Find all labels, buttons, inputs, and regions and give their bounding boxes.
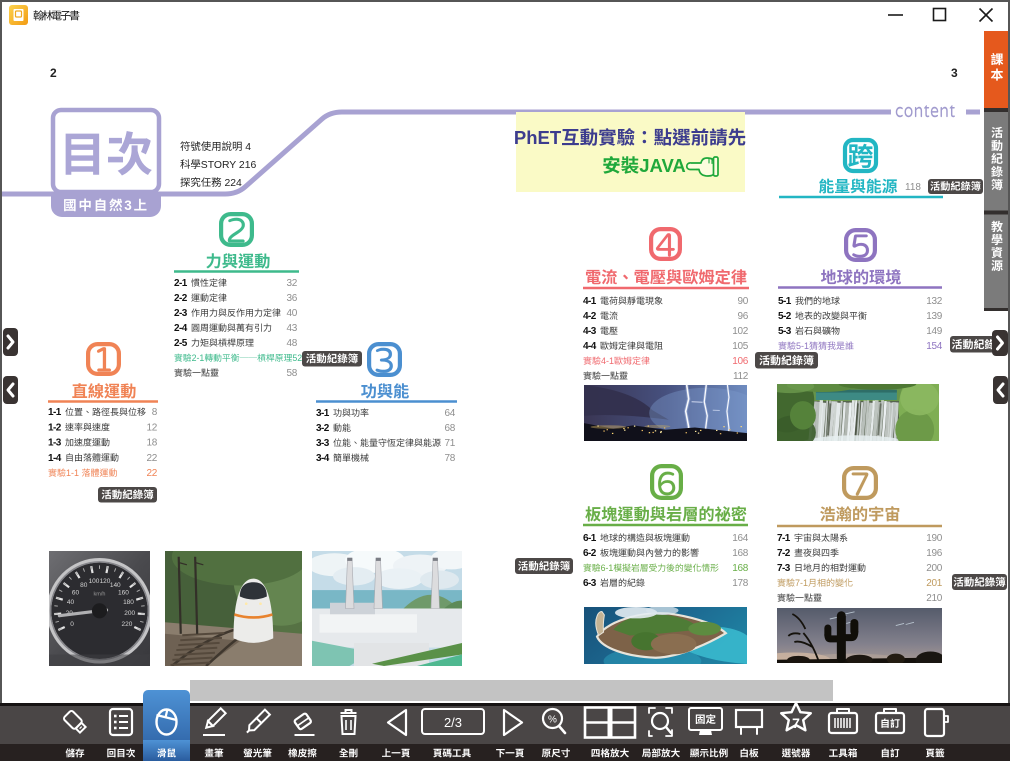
svg-text:52: 52: [292, 353, 302, 363]
svg-text:210: 210: [926, 593, 943, 604]
svg-text:3-3: 3-3: [316, 438, 330, 449]
svg-text:36: 36: [286, 293, 297, 304]
svg-text:1-2: 1-2: [48, 422, 62, 433]
svg-text:60: 60: [72, 589, 80, 596]
svg-text:78: 78: [444, 453, 455, 464]
svg-text:7-1: 7-1: [777, 533, 791, 544]
svg-text:3-4: 3-4: [316, 453, 330, 464]
svg-text:200: 200: [926, 563, 943, 574]
svg-text:168: 168: [732, 548, 749, 559]
svg-text:90: 90: [737, 296, 748, 307]
svg-text:1-1: 1-1: [48, 407, 62, 418]
svg-text:8: 8: [152, 407, 158, 418]
svg-text:32: 32: [286, 278, 297, 289]
svg-text:5-1: 5-1: [796, 341, 809, 351]
svg-text:102: 102: [732, 326, 749, 337]
svg-text:2-4: 2-4: [174, 323, 188, 334]
svg-text:STORY 216: STORY 216: [201, 160, 257, 171]
svg-text:PhET: PhET: [514, 127, 562, 148]
svg-text:4-1: 4-1: [601, 356, 614, 366]
svg-text:105: 105: [732, 341, 749, 352]
svg-text:68: 68: [444, 423, 455, 434]
svg-text:2: 2: [50, 66, 57, 80]
svg-text:149: 149: [926, 326, 943, 337]
svg-text:4-4: 4-4: [583, 341, 597, 352]
svg-text:18: 18: [146, 438, 157, 449]
svg-text:112: 112: [733, 371, 749, 382]
svg-text:4: 4: [245, 142, 251, 153]
svg-text:71: 71: [444, 438, 455, 449]
svg-text:201: 201: [926, 578, 943, 589]
svg-text:96: 96: [737, 311, 748, 322]
svg-text:40: 40: [286, 308, 297, 319]
svg-text:6-2: 6-2: [583, 548, 597, 559]
svg-text:140: 140: [110, 582, 121, 589]
svg-text:5-3: 5-3: [778, 326, 792, 337]
svg-text:196: 196: [926, 548, 943, 559]
svg-text:154: 154: [926, 341, 943, 352]
svg-text:7: 7: [792, 715, 800, 731]
svg-text:12: 12: [146, 422, 157, 433]
svg-text:22: 22: [146, 468, 157, 479]
svg-text:2/3: 2/3: [444, 715, 462, 730]
svg-text:164: 164: [732, 533, 749, 544]
svg-text:0: 0: [70, 621, 74, 628]
svg-text:22: 22: [146, 453, 157, 464]
svg-text:100: 100: [89, 578, 100, 585]
svg-text:2-5: 2-5: [174, 338, 188, 349]
svg-text:106: 106: [732, 356, 749, 367]
svg-text:178: 178: [732, 578, 749, 589]
svg-text:224: 224: [224, 178, 242, 189]
svg-text:139: 139: [926, 311, 943, 322]
svg-text:200: 200: [124, 610, 135, 617]
svg-text:5-2: 5-2: [778, 311, 792, 322]
svg-text:2-3: 2-3: [174, 308, 188, 319]
svg-text:6-3: 6-3: [583, 578, 597, 589]
svg-text:3-2: 3-2: [316, 423, 330, 434]
svg-text:64: 64: [444, 408, 455, 419]
svg-text:1-4: 1-4: [48, 453, 62, 464]
svg-text:132: 132: [926, 296, 943, 307]
svg-text:km/h: km/h: [94, 592, 106, 598]
svg-text:160: 160: [118, 589, 129, 596]
svg-text:168: 168: [732, 563, 749, 574]
svg-text:6-1: 6-1: [601, 563, 614, 573]
svg-text:48: 48: [286, 338, 297, 349]
svg-text:4-3: 4-3: [583, 326, 597, 337]
svg-text:3: 3: [124, 198, 133, 213]
svg-text:5-1: 5-1: [778, 296, 792, 307]
svg-text:118: 118: [905, 182, 921, 193]
svg-text:3: 3: [951, 66, 958, 80]
svg-text:1-3: 1-3: [48, 438, 62, 449]
svg-text:220: 220: [122, 621, 133, 628]
svg-text:80: 80: [80, 582, 88, 589]
svg-text:2-1: 2-1: [192, 353, 205, 363]
svg-text:6-1: 6-1: [583, 533, 597, 544]
svg-text:2-1: 2-1: [174, 278, 188, 289]
svg-text:1-1: 1-1: [66, 468, 79, 478]
svg-text:40: 40: [67, 599, 75, 606]
svg-text:7-3: 7-3: [777, 563, 791, 574]
svg-text:3-1: 3-1: [316, 408, 330, 419]
svg-text:190: 190: [926, 533, 943, 544]
svg-text:7-2: 7-2: [777, 548, 791, 559]
svg-text:43: 43: [286, 323, 297, 334]
svg-text:7-1: 7-1: [795, 578, 808, 588]
svg-text:180: 180: [123, 599, 134, 606]
svg-text:JAVA: JAVA: [639, 155, 686, 176]
svg-text:%: %: [548, 715, 557, 726]
svg-text:58: 58: [286, 368, 297, 379]
svg-text:4-1: 4-1: [583, 296, 597, 307]
svg-text:4-2: 4-2: [583, 311, 597, 322]
svg-text:2-2: 2-2: [174, 293, 188, 304]
